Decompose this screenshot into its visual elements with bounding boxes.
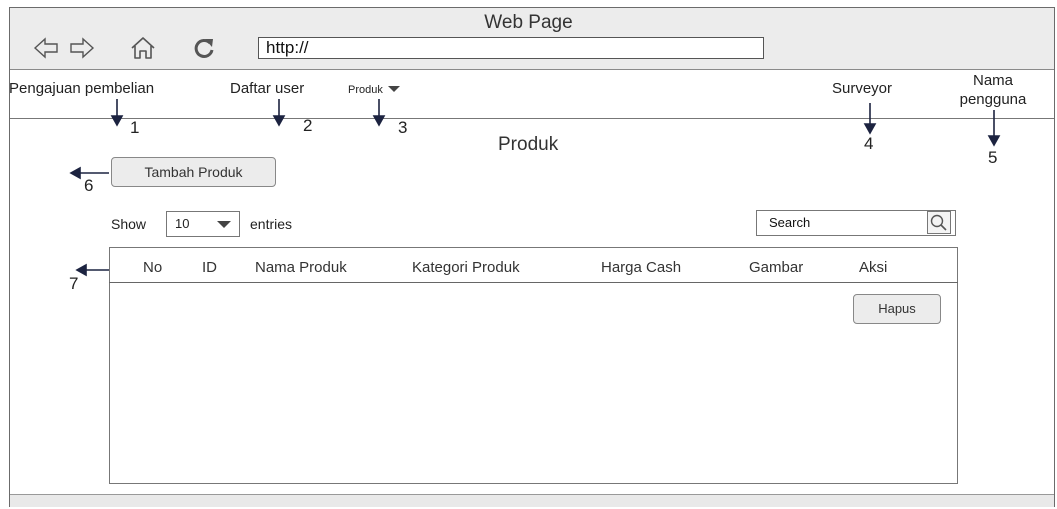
annotation-3: 3 bbox=[398, 118, 408, 137]
search-button[interactable] bbox=[927, 211, 951, 234]
column-header-kategori-produk: Kategori Produk bbox=[412, 259, 520, 276]
column-header-id: ID bbox=[202, 259, 217, 276]
annotation-1: 1 bbox=[130, 118, 140, 137]
annotation-2: 2 bbox=[303, 116, 313, 135]
page-title: Produk bbox=[498, 134, 559, 155]
column-header-harga-cash: Harga Cash bbox=[601, 259, 682, 276]
column-header-no: No bbox=[143, 259, 163, 276]
annotation-6: 6 bbox=[84, 176, 94, 195]
hapus-button[interactable]: Hapus bbox=[853, 294, 941, 324]
chevron-down-icon bbox=[217, 221, 231, 228]
tambah-produk-button[interactable]: Tambah Produk bbox=[111, 157, 276, 187]
column-header-nama-produk: Nama Produk bbox=[255, 259, 347, 276]
column-header-gambar: Gambar bbox=[749, 259, 804, 276]
search-icon bbox=[930, 214, 947, 231]
annotation-7: 7 bbox=[69, 274, 79, 293]
search-input[interactable]: Search bbox=[756, 210, 956, 236]
annotation-5: 5 bbox=[988, 148, 998, 167]
column-header-aksi: Aksi bbox=[859, 259, 888, 276]
table-header-divider bbox=[109, 282, 958, 283]
entries-select[interactable]: 10 bbox=[166, 211, 240, 237]
browser-footer bbox=[10, 494, 1054, 507]
entries-select-value: 10 bbox=[175, 216, 190, 231]
annotation-4: 4 bbox=[864, 134, 874, 153]
show-label: Show bbox=[111, 216, 147, 232]
entries-label: entries bbox=[250, 216, 293, 232]
